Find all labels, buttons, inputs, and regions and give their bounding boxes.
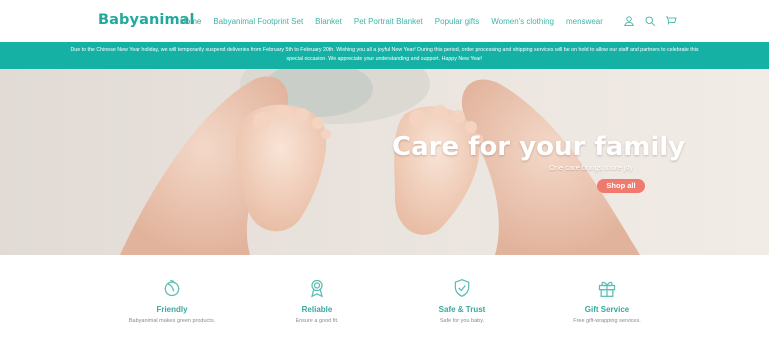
hero-image [0, 69, 769, 255]
hero-banner: Care for your family One care brings mor… [0, 69, 769, 255]
nav-item-womens-clothing[interactable]: Women's clothing [491, 17, 554, 26]
nav-item-footprint-set[interactable]: Babyanimal Footprint Set [213, 17, 303, 26]
announcement-bar: Due to the Chinese New Year holiday, we … [0, 42, 769, 69]
nav-item-home[interactable]: Home [180, 17, 201, 26]
feature-description: Free gift-wrapping services. [573, 318, 641, 324]
nav-item-popular-gifts[interactable]: Popular gifts [435, 17, 479, 26]
nav-item-pet-portrait-blanket[interactable]: Pet Portrait Blanket [354, 17, 423, 26]
hero-title: Care for your family [392, 132, 686, 162]
award-ribbon-icon [307, 278, 327, 298]
gift-icon [597, 278, 617, 298]
features-section: Friendly Babyanimal makes green products… [0, 255, 769, 347]
nav-item-blanket[interactable]: Blanket [315, 17, 342, 26]
site-header: Babyanimal Home Babyanimal Footprint Set… [0, 0, 769, 42]
account-icon[interactable] [623, 14, 635, 26]
header-icons [623, 14, 677, 27]
search-icon[interactable] [644, 14, 656, 27]
nav-item-menswear[interactable]: menswear [566, 17, 603, 26]
leaf-icon [162, 278, 182, 298]
hero-subtitle: One care brings more joy [549, 163, 634, 172]
main-nav: Home Babyanimal Footprint Set Blanket Pe… [180, 17, 603, 26]
cart-icon[interactable] [665, 14, 677, 26]
shield-check-icon [452, 278, 472, 298]
shop-all-button[interactable]: Shop all [597, 179, 645, 193]
feature-gift-service: Gift Service Free gift-wrapping services… [517, 255, 697, 324]
feature-title: Gift Service [584, 305, 630, 314]
